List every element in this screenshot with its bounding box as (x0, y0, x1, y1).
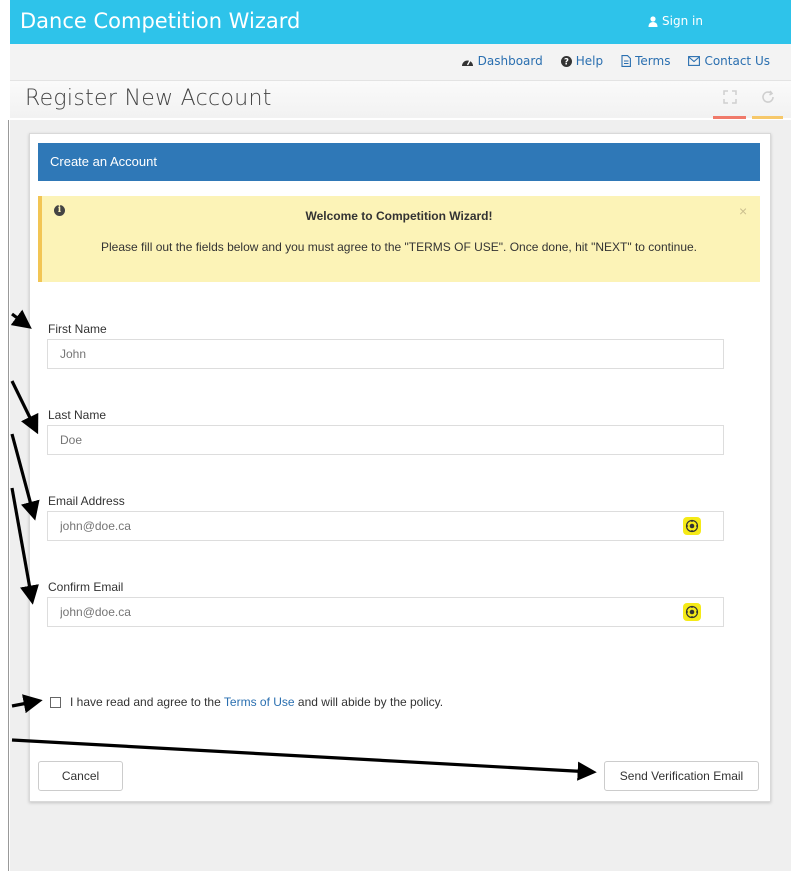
annotation-arrows (10, 309, 597, 781)
